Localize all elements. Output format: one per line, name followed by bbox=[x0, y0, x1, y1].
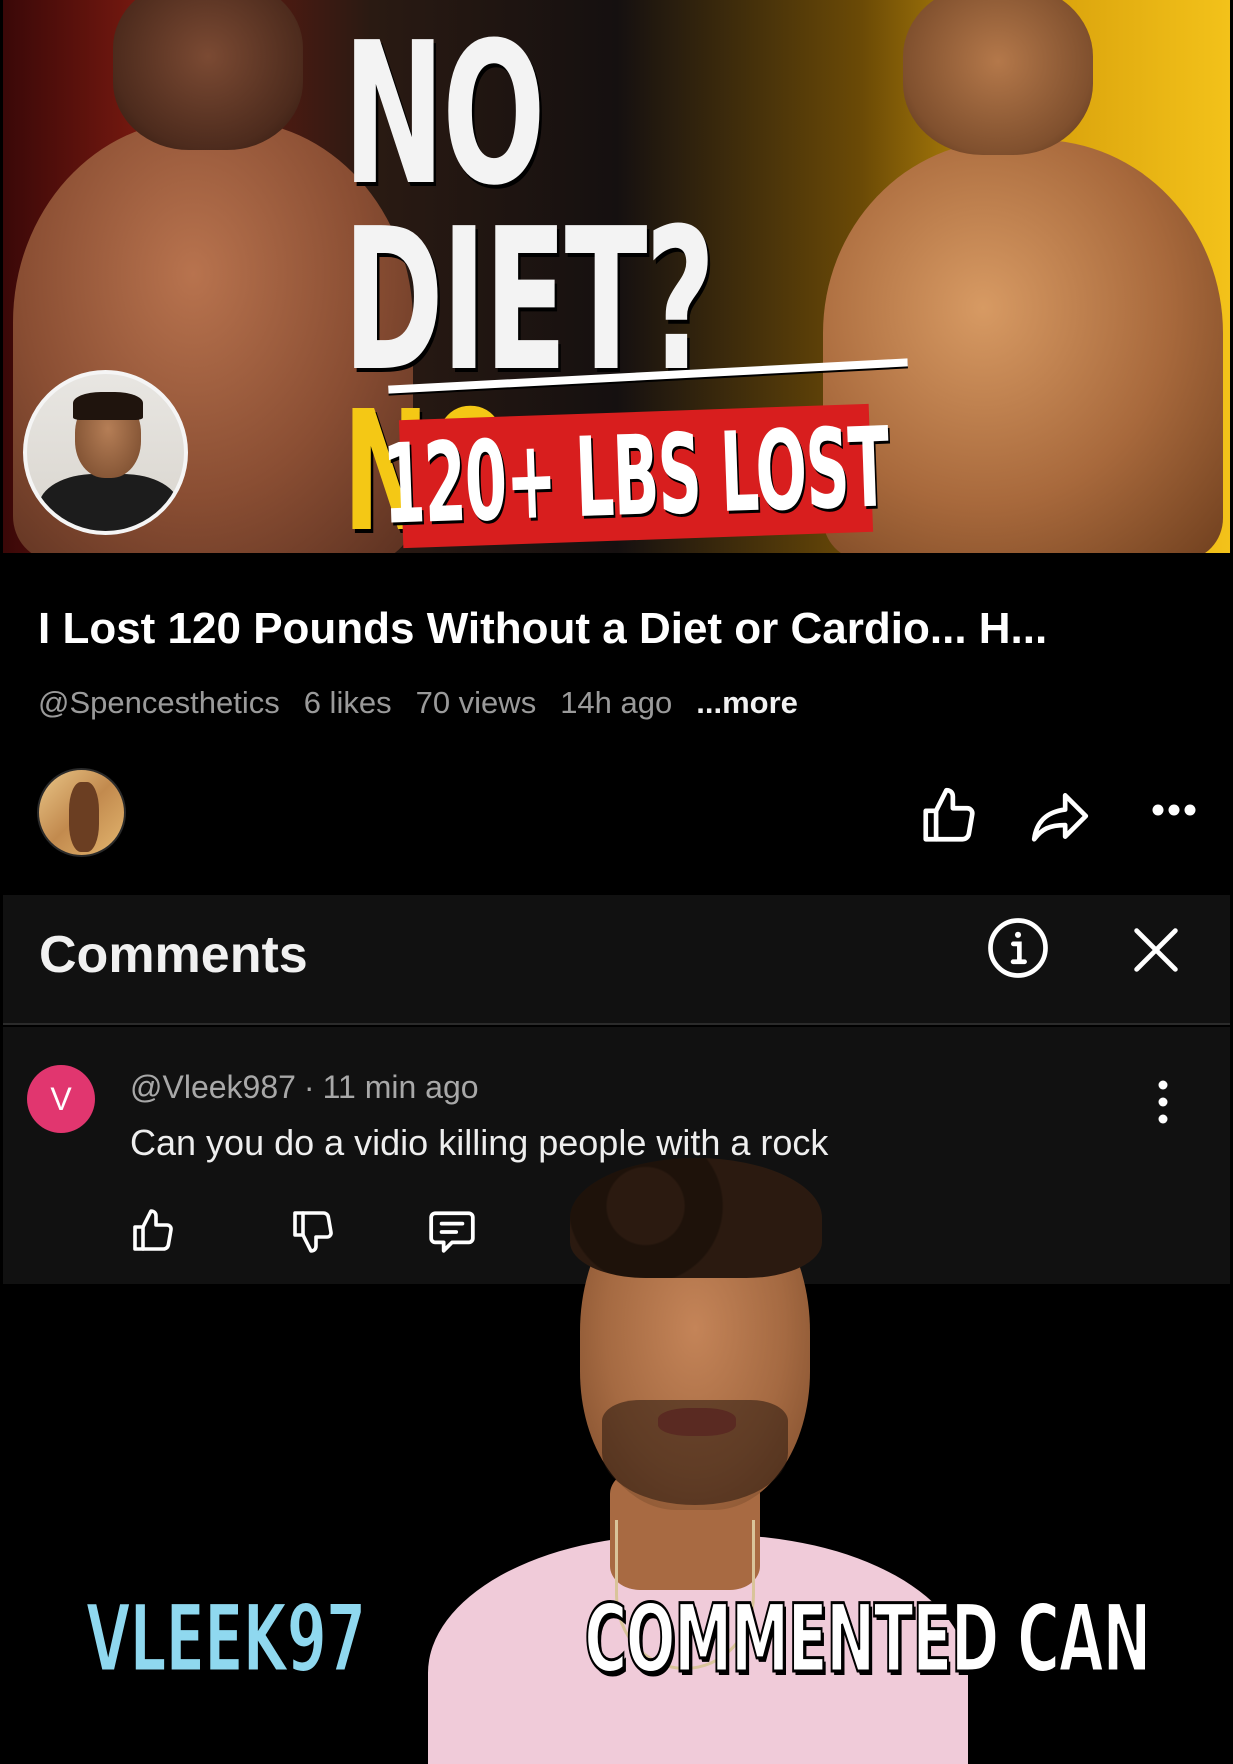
thumbnail-before-head bbox=[113, 0, 303, 150]
comments-header: Comments bbox=[3, 895, 1230, 1025]
more-horizontal-icon[interactable] bbox=[1150, 800, 1198, 825]
thumbnail-face-bubble bbox=[23, 370, 188, 535]
comments-title: Comments bbox=[39, 926, 308, 984]
view-count: 70 views bbox=[415, 685, 537, 720]
like-count: 6 likes bbox=[303, 685, 392, 720]
channel-handle[interactable]: @Spencesthetics bbox=[38, 685, 280, 721]
comment-thumbs-down-icon[interactable] bbox=[289, 1207, 337, 1260]
video-title[interactable]: I Lost 120 Pounds Without a Diet or Card… bbox=[38, 604, 1198, 654]
comment-meta-separator: · bbox=[303, 1069, 315, 1105]
thumbnail-banner-text: 120+ LBS LOST bbox=[381, 403, 891, 549]
thumbnail-after-head bbox=[903, 0, 1093, 155]
share-icon[interactable] bbox=[1028, 785, 1092, 852]
caption-highlight: VLEEK97 bbox=[85, 1584, 368, 1696]
thumbs-up-icon[interactable] bbox=[918, 785, 980, 852]
thumbnail-headline-line1: NO DIET? bbox=[343, 1, 716, 416]
close-icon[interactable] bbox=[1127, 921, 1185, 984]
comment-thumbs-up-icon[interactable] bbox=[129, 1207, 177, 1260]
comment-author[interactable]: @Vleek987 bbox=[130, 1069, 296, 1105]
info-icon[interactable] bbox=[985, 915, 1051, 986]
comment-more-vertical-icon[interactable] bbox=[1153, 1077, 1173, 1132]
thumbnail-banner: 120+ LBS LOST bbox=[381, 403, 891, 549]
video-meta: @Spencesthetics 6 likes 70 views 14h ago… bbox=[38, 685, 822, 721]
caption-text: COMMENTED CAN bbox=[583, 1584, 1152, 1696]
more-link[interactable]: ...more bbox=[696, 685, 798, 721]
upload-age: 14h ago bbox=[560, 685, 673, 720]
channel-avatar[interactable] bbox=[37, 768, 126, 857]
comment-meta: @Vleek987 · 11 min ago bbox=[130, 1069, 479, 1106]
video-thumbnail[interactable]: NO DIET? NO CARDIO? 120+ LBS LOST bbox=[3, 0, 1230, 553]
caption: VLEEK97 COMMENTED CAN bbox=[0, 1584, 1233, 1696]
comment-time: 11 min ago bbox=[322, 1069, 479, 1105]
comment-avatar[interactable]: V bbox=[27, 1065, 95, 1133]
